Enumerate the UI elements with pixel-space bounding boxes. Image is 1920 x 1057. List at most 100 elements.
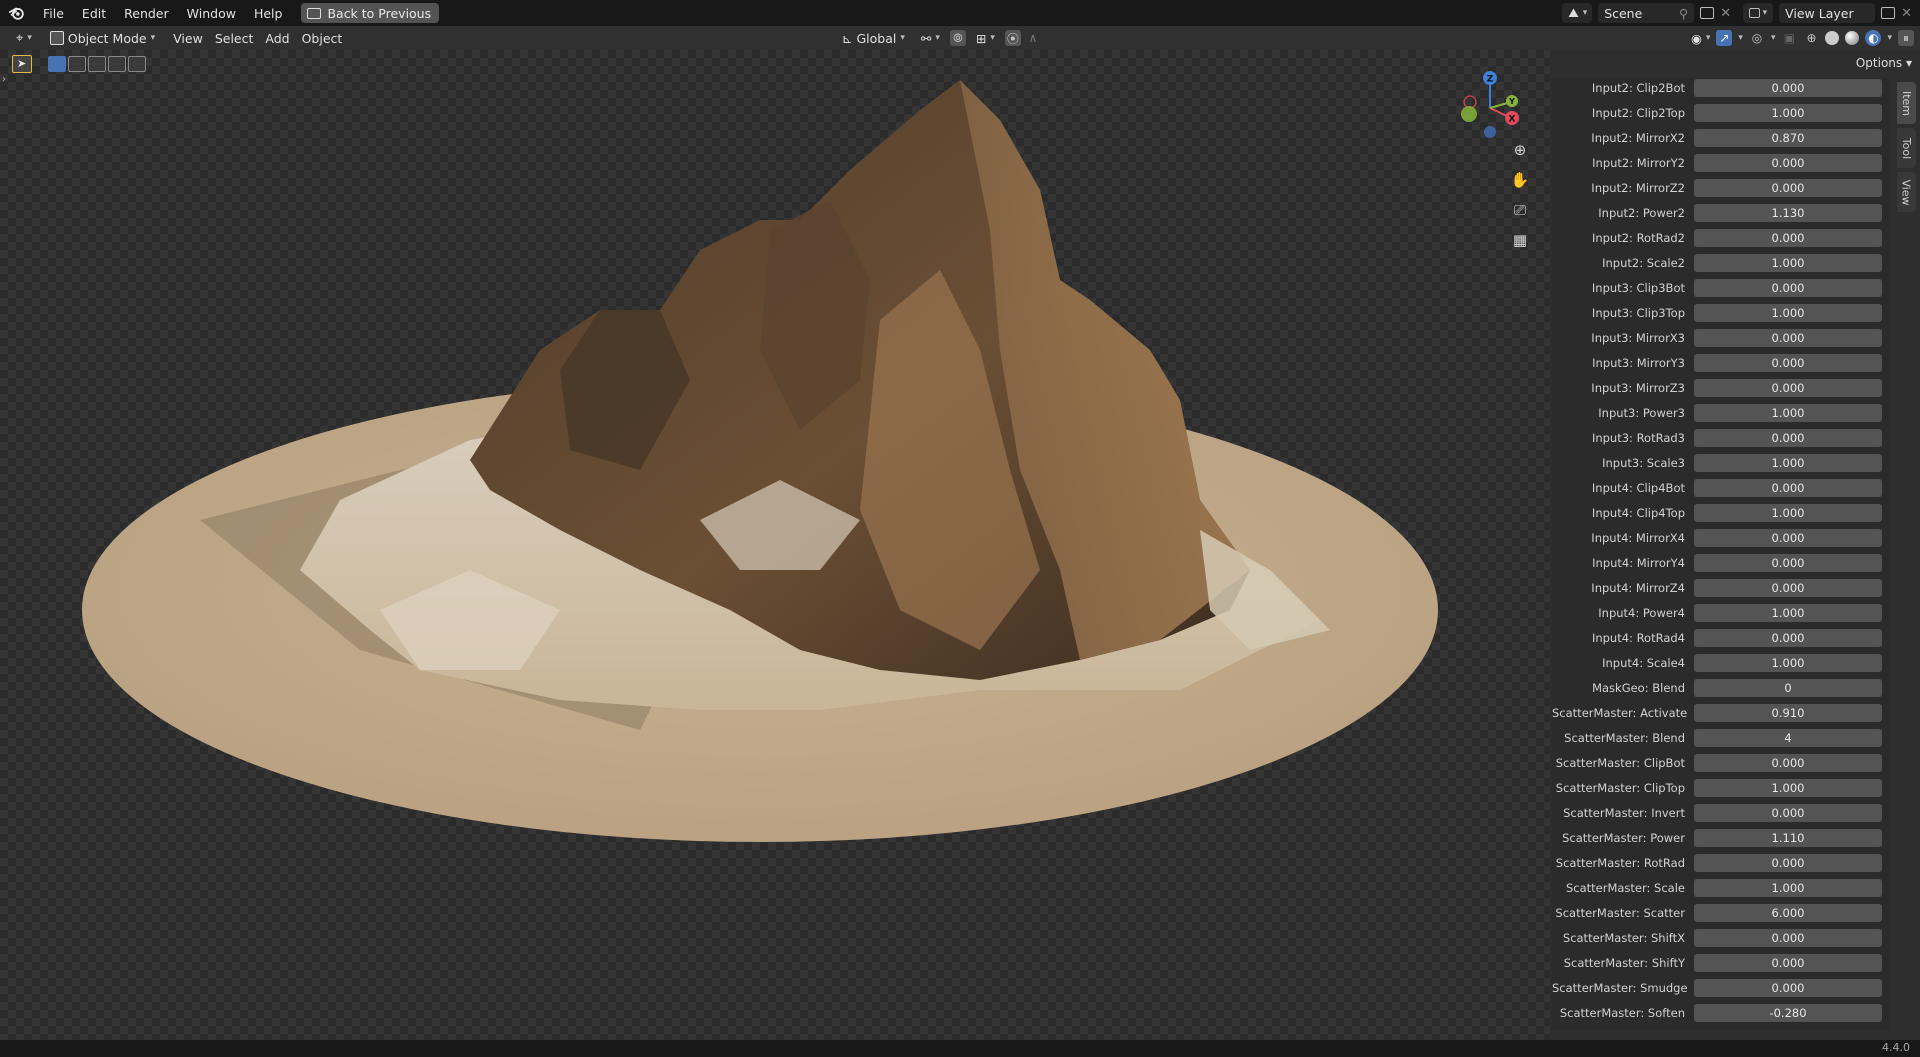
property-value-field[interactable]: 1.000: [1694, 654, 1882, 672]
delete-view-layer-icon[interactable]: ✕: [1901, 6, 1912, 21]
property-value-field[interactable]: 0.000: [1694, 929, 1882, 947]
property-value-field[interactable]: 0.000: [1694, 429, 1882, 447]
gizmo-toggle-icon[interactable]: ↗: [1716, 30, 1733, 46]
property-value-field[interactable]: 6.000: [1694, 904, 1882, 922]
property-value-field[interactable]: 1.000: [1694, 404, 1882, 422]
overlays-dropdown-icon[interactable]: ▾: [1771, 33, 1776, 43]
intersect-selection-button[interactable]: [128, 56, 146, 72]
property-value-field[interactable]: 0.000: [1694, 379, 1882, 397]
toolbar-expand-icon[interactable]: ›: [2, 74, 6, 85]
view-layer-name-field[interactable]: View Layer: [1779, 3, 1876, 23]
property-value-field[interactable]: 0.000: [1694, 529, 1882, 547]
zoom-icon[interactable]: ⊕: [1508, 138, 1532, 162]
property-value-field[interactable]: 0.000: [1694, 329, 1882, 347]
view-layer-browse-button[interactable]: ▾: [1743, 3, 1774, 23]
property-value-field[interactable]: 0.000: [1694, 804, 1882, 822]
orientation-dropdown[interactable]: ⊾ Global ▾: [836, 29, 911, 48]
options-dropdown[interactable]: Options ▾: [1856, 56, 1912, 70]
property-value-field[interactable]: 1.110: [1694, 829, 1882, 847]
property-value-field[interactable]: 0.000: [1694, 579, 1882, 597]
property-value-field[interactable]: 1.000: [1694, 504, 1882, 522]
property-value-field[interactable]: 0.000: [1694, 154, 1882, 172]
proportional-editing-icon[interactable]: ⦿: [1004, 30, 1021, 46]
property-value-field[interactable]: 0.000: [1694, 479, 1882, 497]
pin-icon[interactable]: ⚲: [1679, 6, 1688, 21]
rendered-shading-icon[interactable]: ◐: [1865, 30, 1882, 46]
perspective-grid-icon[interactable]: ▦: [1508, 228, 1532, 252]
property-value-field[interactable]: 0.000: [1694, 354, 1882, 372]
menu-select[interactable]: Select: [209, 29, 260, 48]
menu-file[interactable]: File: [34, 3, 73, 24]
menu-view[interactable]: View: [167, 29, 209, 48]
blender-logo-icon[interactable]: [8, 4, 26, 22]
scene-name-field[interactable]: Scene ⚲: [1598, 3, 1695, 23]
property-value-field[interactable]: 0.000: [1694, 229, 1882, 247]
property-value-field[interactable]: 0.000: [1694, 554, 1882, 572]
set-new-selection-button[interactable]: [48, 56, 66, 72]
snap-toggle-icon[interactable]: ⦾: [949, 30, 966, 46]
falloff-icon[interactable]: ∧: [1025, 30, 1041, 46]
3d-viewport[interactable]: ➤ › Z Y X ⊕ ✋ ⎚ ▦: [0, 50, 1550, 1040]
property-value-field[interactable]: 1.000: [1694, 454, 1882, 472]
menu-object[interactable]: Object: [296, 29, 349, 48]
new-view-layer-icon[interactable]: [1881, 7, 1896, 19]
property-value-field[interactable]: 0.000: [1694, 854, 1882, 872]
gizmo-neg-y-handle[interactable]: [1461, 106, 1477, 122]
tab-tool[interactable]: Tool: [1897, 128, 1916, 168]
property-value-field[interactable]: 1.000: [1694, 879, 1882, 897]
property-value-field[interactable]: 1.130: [1694, 204, 1882, 222]
scene-browse-button[interactable]: ⛰ ▾: [1562, 3, 1593, 23]
select-tool-button[interactable]: ➤: [12, 55, 32, 73]
snap-target-dropdown[interactable]: ⊞ ▾: [970, 29, 1001, 48]
tab-view[interactable]: View: [1897, 172, 1916, 212]
navigation-gizmo[interactable]: Z Y X: [1455, 68, 1525, 138]
property-row: Input4: Clip4Top 1.000: [1552, 503, 1890, 523]
pan-hand-icon[interactable]: ✋: [1508, 168, 1532, 192]
property-value-field[interactable]: 0.000: [1694, 279, 1882, 297]
property-value-field[interactable]: 1.000: [1694, 254, 1882, 272]
gizmo-dropdown-icon[interactable]: ▾: [1738, 33, 1743, 43]
property-value-field[interactable]: 4: [1694, 729, 1882, 747]
tab-item[interactable]: Item: [1897, 82, 1916, 124]
overlays-icon[interactable]: ◎: [1749, 30, 1765, 46]
editor-type-button[interactable]: ⌖ ▾: [10, 29, 38, 48]
shading-dropdown-icon[interactable]: ▾: [1887, 33, 1892, 43]
property-value-field[interactable]: 0.870: [1694, 129, 1882, 147]
material-preview-icon[interactable]: [1845, 31, 1860, 45]
new-scene-icon[interactable]: [1700, 7, 1715, 19]
property-row: Input4: MirrorZ4 0.000: [1552, 578, 1890, 598]
gizmo-neg-z-handle[interactable]: [1484, 126, 1496, 138]
property-value-field[interactable]: -0.280: [1694, 1004, 1882, 1022]
mode-dropdown[interactable]: Object Mode ▾: [44, 29, 161, 48]
menu-edit[interactable]: Edit: [73, 3, 115, 24]
property-value-field[interactable]: 1.000: [1694, 604, 1882, 622]
menu-add[interactable]: Add: [259, 29, 295, 48]
menu-help[interactable]: Help: [245, 3, 292, 24]
property-value-field[interactable]: 1.000: [1694, 779, 1882, 797]
subtract-selection-button[interactable]: [88, 56, 106, 72]
sidebar-toggle-icon[interactable]: ⏸: [1898, 30, 1914, 46]
invert-selection-button[interactable]: [108, 56, 126, 72]
property-value-field[interactable]: 0.000: [1694, 629, 1882, 647]
solid-shading-icon[interactable]: [1825, 31, 1840, 45]
scene-icon: ⛰: [1568, 5, 1579, 20]
property-value-field[interactable]: 1.000: [1694, 304, 1882, 322]
extend-selection-button[interactable]: [68, 56, 86, 72]
menu-window[interactable]: Window: [178, 3, 245, 24]
menu-render[interactable]: Render: [115, 3, 178, 24]
property-value-field[interactable]: 0.000: [1694, 954, 1882, 972]
property-value-field[interactable]: 0.910: [1694, 704, 1882, 722]
delete-scene-icon[interactable]: ✕: [1720, 6, 1731, 21]
camera-view-icon[interactable]: ⎚: [1508, 198, 1532, 222]
property-value-field[interactable]: 0.000: [1694, 79, 1882, 97]
property-value-field[interactable]: 1.000: [1694, 104, 1882, 122]
property-value-field[interactable]: 0.000: [1694, 754, 1882, 772]
wireframe-shading-icon[interactable]: ⊕: [1803, 30, 1819, 46]
property-value-field[interactable]: 0: [1694, 679, 1882, 697]
xray-icon[interactable]: ▣: [1781, 30, 1797, 46]
back-to-previous-button[interactable]: Back to Previous: [301, 3, 440, 23]
property-value-field[interactable]: 0.000: [1694, 979, 1882, 997]
visibility-dropdown[interactable]: ◉ ▾: [1691, 31, 1710, 46]
property-value-field[interactable]: 0.000: [1694, 179, 1882, 197]
pivot-dropdown[interactable]: ⚯ ▾: [915, 29, 946, 48]
